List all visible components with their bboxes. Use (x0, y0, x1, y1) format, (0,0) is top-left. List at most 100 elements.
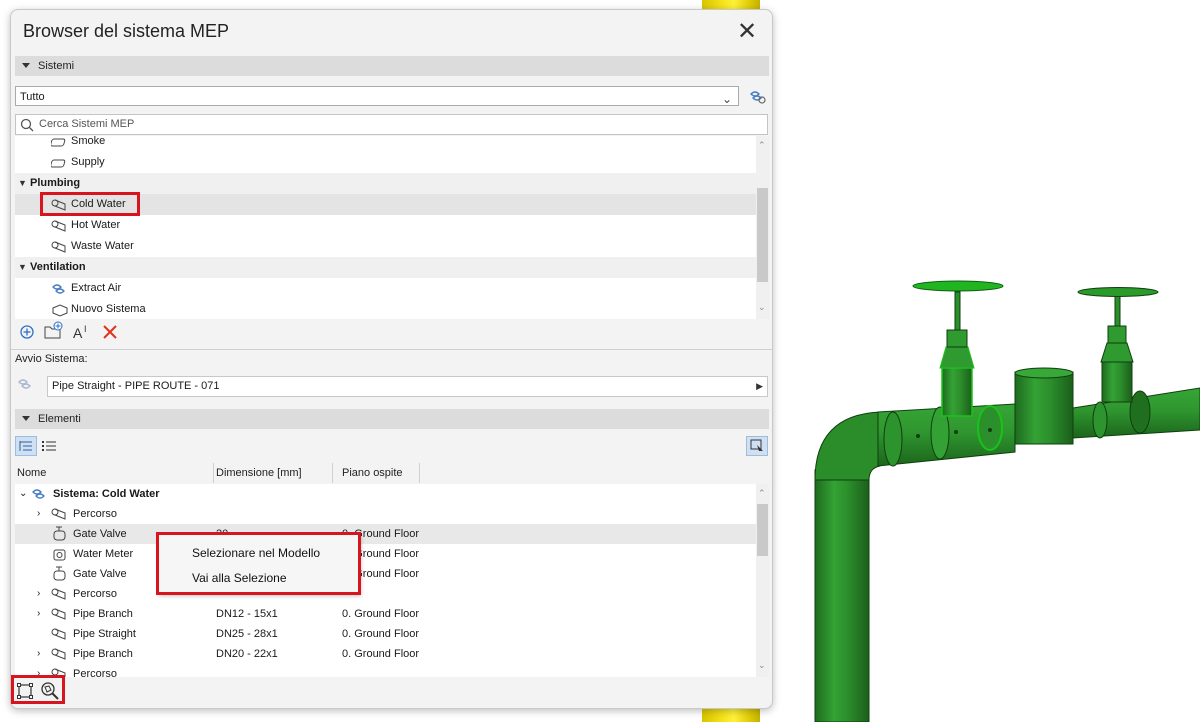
chevron-down-icon: ▼ (18, 178, 27, 188)
pipe-icon (51, 508, 66, 520)
sync-selection-icon (750, 439, 763, 451)
mep-system-browser-panel: Browser del sistema MEP ✕ Sistemi Tutto … (10, 9, 773, 709)
panel-title: Browser del sistema MEP (23, 21, 230, 41)
column-header-size[interactable]: Dimensione [mm] (216, 463, 302, 483)
highlight-box-context-menu (156, 532, 361, 595)
scroll-up-icon[interactable]: ⌃ (758, 140, 766, 151)
chevron-down-icon: ⌄ (721, 92, 732, 106)
pipe-coupling (883, 411, 903, 467)
gate-valve-1 (941, 367, 973, 417)
filter-value: Tutto (20, 91, 45, 103)
column-separator (332, 463, 333, 483)
chevron-right-icon: ▶ (756, 381, 763, 391)
scroll-down-icon[interactable]: ⌄ (758, 302, 766, 313)
scroll-thumb[interactable] (757, 504, 768, 556)
table-row[interactable]: › Percorso (15, 504, 756, 524)
highlight-box-cold-water (40, 192, 140, 216)
valve-icon (53, 526, 66, 541)
table-row[interactable]: › Pipe Branch DN12 - 15x1 0. Ground Floo… (15, 604, 756, 624)
column-header-name[interactable]: Nome (17, 463, 46, 483)
divider (11, 349, 772, 350)
tree-item-waste-water[interactable]: Waste Water (15, 236, 756, 257)
table-row[interactable]: Gate Valve 0. Ground Floor (15, 564, 756, 584)
column-header-floor[interactable]: Piano ospite (342, 463, 403, 483)
chevron-right-icon: › (37, 508, 41, 519)
tree-item-hot-water[interactable]: Hot Water (15, 215, 756, 236)
chevron-down-icon: ▼ (18, 262, 27, 272)
system-icon (32, 489, 45, 499)
pipe-icon (51, 588, 66, 600)
tree-view-icon (19, 441, 32, 451)
system-icon (52, 284, 65, 294)
pipe-icon (51, 628, 66, 640)
tree-item-smoke[interactable]: Smoke (15, 136, 756, 152)
tree-category-plumbing[interactable]: ▼ Plumbing (15, 173, 756, 194)
add-system-icon[interactable] (19, 324, 35, 340)
pipe-icon (51, 608, 66, 620)
table-row[interactable]: › Percorso (15, 584, 756, 604)
delete-icon[interactable] (102, 324, 118, 340)
list-view-icon[interactable] (40, 437, 58, 455)
system-start-label: Avvio Sistema: (15, 353, 88, 365)
table-row[interactable]: ⌄ Sistema: Cold Water (15, 484, 756, 504)
collapse-triangle-icon (22, 416, 30, 421)
table-row[interactable]: Gate Valve 20 0. Ground Floor (15, 524, 756, 544)
tree-item-new-system[interactable]: Nuovo Sistema (15, 299, 756, 319)
elements-tree: ⌄ Sistema: Cold Water › Percorso Gate Va… (15, 484, 756, 677)
column-separator (419, 463, 420, 483)
valve-bonnet (939, 346, 975, 369)
pipe-icon (51, 241, 66, 253)
table-row[interactable]: › Pipe Branch DN20 - 22x1 0. Ground Floo… (15, 644, 756, 664)
system-start-value: Pipe Straight - PIPE ROUTE - 071 (52, 380, 220, 392)
tree-category-ventilation[interactable]: ▼ Ventilation (15, 257, 756, 278)
table-row[interactable]: › Percorso (15, 664, 756, 677)
vertical-pipe (814, 469, 870, 722)
search-input[interactable]: Cerca Sistemi MEP (15, 114, 768, 135)
svg-text:I: I (84, 324, 87, 334)
table-row[interactable]: Water Meter 0. Ground Floor (15, 544, 756, 564)
tree-view-toggle[interactable] (15, 436, 37, 456)
section-header-elements[interactable]: Elementi (15, 409, 769, 429)
scroll-thumb[interactable] (757, 188, 768, 282)
chevron-right-icon: › (37, 648, 41, 659)
section-header-systems[interactable]: Sistemi (15, 56, 769, 76)
system-start-field[interactable]: Pipe Straight - PIPE ROUTE - 071 ▶ (47, 376, 768, 397)
collapse-triangle-icon (22, 63, 30, 68)
sync-selection-toggle[interactable] (746, 436, 768, 456)
tree-item-extract-air[interactable]: Extract Air (15, 278, 756, 299)
pipe-elbow (814, 411, 881, 481)
elements-scrollbar[interactable]: ⌃ ⌄ (756, 484, 769, 677)
valve-icon (53, 566, 66, 581)
duct-icon (51, 159, 66, 168)
scroll-up-icon[interactable]: ⌃ (758, 488, 766, 499)
system-filter-select[interactable]: Tutto ⌄ (15, 86, 739, 106)
system-icon (18, 379, 31, 389)
water-meter (1014, 371, 1074, 445)
gate-valve-2 (1101, 361, 1133, 403)
svg-text:A: A (73, 325, 83, 341)
duct-icon (51, 138, 66, 147)
table-row[interactable]: Pipe Straight DN25 - 28x1 0. Ground Floo… (15, 624, 756, 644)
section-label: Elementi (38, 413, 81, 425)
valve-handwheel (912, 280, 1004, 292)
duct-icon (52, 304, 68, 317)
close-icon[interactable]: ✕ (734, 19, 760, 45)
search-icon (20, 118, 34, 132)
highlight-box-bottom-toolbar (11, 675, 65, 704)
scroll-down-icon[interactable]: ⌄ (758, 660, 766, 671)
pipe-icon (51, 220, 66, 232)
valve-handwheel (1077, 287, 1159, 297)
meter-icon (53, 549, 66, 561)
systems-tree: Smoke Supply ▼ Plumbing Cold Water Hot W… (15, 136, 756, 319)
chevron-right-icon: › (37, 588, 41, 599)
system-settings-icon[interactable] (747, 88, 767, 106)
systems-scrollbar[interactable]: ⌃ ⌄ (756, 136, 769, 319)
pipe-icon (51, 648, 66, 660)
add-folder-icon[interactable] (44, 320, 64, 340)
section-label: Sistemi (38, 60, 75, 72)
chevron-down-icon: ⌄ (19, 488, 28, 499)
rename-icon[interactable]: AI (72, 323, 92, 341)
chevron-right-icon: › (37, 608, 41, 619)
column-separator (213, 463, 214, 483)
tree-item-supply[interactable]: Supply (15, 152, 756, 173)
